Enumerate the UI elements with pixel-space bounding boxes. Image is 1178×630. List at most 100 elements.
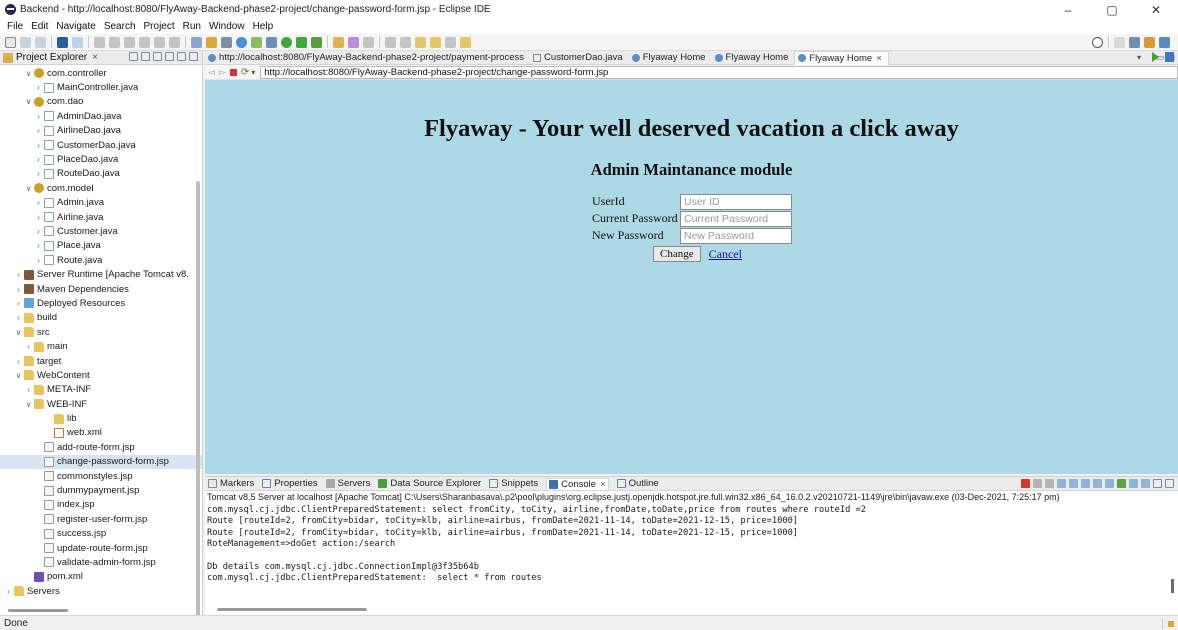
collapse-chevron-icon[interactable]: › [34, 155, 43, 164]
tree-item[interactable]: update-route-form.jsp [0, 541, 202, 555]
tab-payment-process[interactable]: http://localhost:8080/FlyAway-Backend-ph… [205, 51, 530, 65]
debug-perspective-icon[interactable] [1159, 36, 1170, 48]
console-vertical-scrollbar[interactable] [1171, 579, 1174, 593]
new-server-icon[interactable] [221, 36, 232, 48]
tree-item[interactable]: ∨ com.model [0, 181, 202, 195]
remove-launch-icon[interactable] [1033, 479, 1042, 488]
tree-item[interactable]: › Airline.java [0, 210, 202, 224]
terminal-icon[interactable] [57, 36, 68, 48]
collapse-all-icon[interactable] [129, 52, 138, 61]
maximize-view-icon[interactable] [1165, 479, 1174, 488]
tree-item[interactable]: › main [0, 339, 202, 353]
run-server-icon[interactable] [311, 36, 322, 48]
new-class-icon[interactable] [363, 36, 374, 48]
tree-item[interactable]: › target [0, 354, 202, 368]
collapse-chevron-icon[interactable]: › [14, 357, 23, 366]
show-on-stdout-icon[interactable] [1093, 479, 1102, 488]
debug-icon[interactable] [266, 36, 277, 48]
new-package-icon[interactable] [348, 36, 359, 48]
vertical-scrollbar[interactable] [196, 181, 200, 630]
open-perspective-icon[interactable] [460, 36, 471, 48]
menu-window[interactable]: Window [205, 21, 249, 32]
url-input[interactable]: http://localhost:8080/FlyAway-Backend-ph… [260, 65, 1178, 79]
close-icon[interactable]: × [876, 53, 882, 64]
tree-item[interactable]: pom.xml [0, 570, 202, 584]
close-button[interactable]: ✕ [1134, 0, 1178, 19]
tree-item[interactable]: ∨ com.dao [0, 95, 202, 109]
java-ee-perspective-icon[interactable] [1129, 36, 1140, 48]
remove-all-terminated-icon[interactable] [1045, 479, 1054, 488]
open-console-icon[interactable] [1141, 479, 1150, 488]
new-icon[interactable] [5, 36, 16, 48]
tab-project-explorer[interactable]: Project Explorer × [2, 52, 98, 63]
cancel-link[interactable]: Cancel [709, 247, 742, 262]
tree-item[interactable]: › AdminDao.java [0, 109, 202, 123]
open-type-icon[interactable] [191, 36, 202, 48]
tab-flyaway-home-active[interactable]: Flyaway Home × [794, 50, 889, 65]
tab-servers[interactable]: Servers [325, 478, 370, 489]
view-menu-icon[interactable] [165, 52, 174, 61]
save-all-icon[interactable] [35, 36, 46, 48]
step-over-icon[interactable] [169, 36, 180, 48]
maximize-view-icon[interactable] [189, 52, 198, 61]
tab-snippets[interactable]: Snippets [489, 478, 538, 489]
resume-icon[interactable] [94, 36, 105, 48]
menu-help[interactable]: Help [249, 21, 278, 32]
search-icon[interactable] [1092, 36, 1103, 48]
collapse-chevron-icon[interactable]: › [14, 299, 23, 308]
close-icon[interactable]: × [92, 52, 98, 63]
browser-page-icon[interactable] [1165, 52, 1174, 62]
tree-item[interactable]: lib [0, 411, 202, 425]
expand-chevron-icon[interactable]: ∨ [24, 184, 33, 193]
tree-item[interactable]: › Route.java [0, 253, 202, 267]
tree-item[interactable]: success.jsp [0, 527, 202, 541]
tree-item[interactable]: add-route-form.jsp [0, 440, 202, 454]
word-wrap-icon[interactable] [1081, 479, 1090, 488]
collapse-chevron-icon[interactable]: › [24, 385, 33, 394]
tree-item[interactable]: › AirlineDao.java [0, 124, 202, 138]
current-password-input[interactable] [680, 210, 792, 227]
expand-chevron-icon[interactable]: ∨ [14, 328, 23, 337]
new-java-project-icon[interactable] [333, 36, 344, 48]
skip-breakpoints-icon[interactable] [72, 36, 83, 48]
chevron-down-icon[interactable]: ▾ [251, 68, 255, 77]
terminate-icon[interactable] [124, 36, 135, 48]
tree-item[interactable]: ∨ src [0, 325, 202, 339]
next-annotation-icon[interactable] [385, 36, 396, 48]
menu-run[interactable]: Run [179, 21, 205, 32]
tree-item[interactable]: › Servers [0, 584, 202, 598]
collapse-chevron-icon[interactable]: › [14, 270, 23, 279]
collapse-chevron-icon[interactable]: › [34, 227, 43, 236]
menu-file[interactable]: File [3, 21, 27, 32]
tree-item[interactable]: ∨ com.controller [0, 66, 202, 80]
userid-input[interactable] [680, 193, 792, 210]
clear-console-icon[interactable] [1057, 479, 1066, 488]
run-icon[interactable] [281, 36, 292, 48]
tab-outline[interactable]: Outline [616, 478, 659, 489]
tree-item[interactable]: › Place.java [0, 239, 202, 253]
save-icon[interactable] [20, 36, 31, 48]
terminate-icon[interactable] [1021, 479, 1030, 488]
collapse-chevron-icon[interactable]: › [34, 198, 43, 207]
url-history-chevron-icon[interactable]: ▾ [1137, 53, 1141, 62]
collapse-chevron-icon[interactable]: › [34, 241, 43, 250]
tree-item[interactable]: › PlaceDao.java [0, 152, 202, 166]
expand-chevron-icon[interactable]: ∨ [24, 69, 33, 78]
expand-chevron-icon[interactable]: ∨ [14, 371, 23, 380]
tab-customer-dao[interactable]: CustomerDao.java [530, 51, 629, 65]
link-with-editor-icon[interactable] [141, 52, 150, 61]
show-on-stderr-icon[interactable] [1105, 479, 1114, 488]
tree-item[interactable]: validate-admin-form.jsp [0, 555, 202, 569]
search-toolbar-icon[interactable] [206, 36, 217, 48]
tree-item[interactable]: register-user-form.jsp [0, 512, 202, 526]
expand-chevron-icon[interactable]: ∨ [24, 97, 33, 106]
progress-indicator-icon[interactable] [1168, 621, 1174, 627]
display-selected-console-icon[interactable] [1129, 479, 1138, 488]
expand-chevron-icon[interactable]: ∨ [24, 400, 33, 409]
tab-flyaway-home-2[interactable]: Flyaway Home [712, 51, 795, 65]
horizontal-scrollbar[interactable] [8, 609, 68, 612]
disconnect-icon[interactable] [139, 36, 150, 48]
back-arrow-icon[interactable]: ◅ [208, 67, 215, 78]
console-output[interactable]: com.mysql.cj.jdbc.ClientPreparedStatemen… [205, 503, 1178, 585]
minimize-button[interactable]: – [1046, 0, 1090, 19]
